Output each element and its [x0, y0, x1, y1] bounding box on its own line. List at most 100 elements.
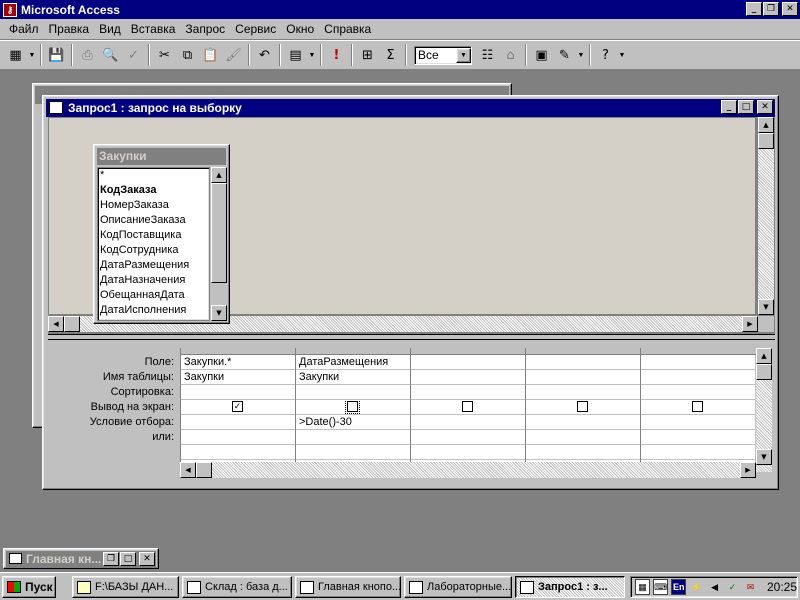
antivirus-icon[interactable]: ✓ [725, 579, 740, 595]
grid-cell-criteria[interactable] [641, 415, 756, 430]
field-list[interactable]: Закупки * КодЗаказа НомерЗаказа Описание… [93, 144, 230, 324]
show-checkbox[interactable]: ✓ [232, 401, 243, 412]
scroll-right-icon[interactable]: ▶ [742, 316, 758, 332]
save-icon[interactable]: 💾 [45, 44, 68, 66]
help-dropdown-icon[interactable]: ▼ [617, 52, 627, 59]
volume-icon[interactable]: ◀ [707, 579, 722, 595]
build-icon[interactable]: ⌂ [499, 44, 522, 66]
menu-insert[interactable]: Вставка [126, 22, 181, 36]
table-pane-vscroll-thumb[interactable] [758, 133, 774, 149]
grid-cell-field[interactable] [411, 355, 525, 370]
menu-tools[interactable]: Сервис [230, 22, 281, 36]
column-selector[interactable] [641, 348, 756, 355]
grid-cell-field[interactable] [641, 355, 756, 370]
copy-icon[interactable]: ⧉ [176, 44, 199, 66]
menu-view[interactable]: Вид [94, 22, 126, 36]
print-preview-icon[interactable]: 🔍 [99, 44, 122, 66]
field-scroll-up-icon[interactable]: ▲ [211, 167, 227, 183]
grid-cell-sort[interactable] [181, 385, 295, 400]
top-values-select[interactable]: Все ▼ [414, 45, 472, 65]
scroll-up-icon[interactable]: ▲ [758, 117, 774, 133]
minimized-window-title-bar[interactable]: Главная кн... ❐ □ ✕ [6, 551, 156, 567]
grid-scroll-left-icon[interactable]: ◀ [180, 462, 196, 478]
show-checkbox[interactable] [462, 401, 473, 412]
column-selector[interactable] [296, 348, 410, 355]
database-window-icon[interactable]: ▣ [530, 44, 553, 66]
grid-cell-table[interactable] [411, 370, 525, 385]
totals-icon[interactable]: Σ [379, 44, 402, 66]
undo-icon[interactable]: ↶ [253, 44, 276, 66]
show-checkbox[interactable] [577, 401, 588, 412]
properties-icon[interactable]: ☷ [476, 44, 499, 66]
menu-query[interactable]: Запрос [180, 22, 230, 36]
grid-hscroll[interactable] [180, 462, 756, 478]
close-button[interactable]: ✕ [782, 2, 798, 16]
show-checkbox[interactable] [345, 400, 360, 414]
grid-cell-or[interactable] [526, 430, 640, 445]
grid-cell-sort[interactable] [411, 385, 525, 400]
cut-icon[interactable]: ✂ [153, 44, 176, 66]
grid-cell-empty[interactable] [296, 445, 410, 460]
query-type-icon[interactable]: ▤ [284, 44, 307, 66]
grid-scroll-down-icon[interactable]: ▼ [756, 449, 772, 465]
mini-restore-button[interactable]: ❐ [103, 552, 119, 566]
mail-icon[interactable]: ✉ [743, 579, 758, 595]
format-painter-icon[interactable]: 🖌 [222, 44, 245, 66]
run-icon[interactable]: ! [325, 44, 348, 66]
menu-window[interactable]: Окно [281, 22, 319, 36]
grid-cell-empty[interactable] [641, 445, 756, 460]
help-icon[interactable]: ? [594, 44, 617, 66]
new-object-dropdown-icon[interactable]: ▼ [576, 52, 586, 59]
grid-hscroll-thumb[interactable] [196, 462, 212, 478]
field-scroll-thumb[interactable] [211, 183, 227, 283]
menu-file[interactable]: Файл [4, 22, 44, 36]
column-selector[interactable] [526, 348, 640, 355]
grid-cell-sort[interactable] [296, 385, 410, 400]
grid-cell-empty[interactable] [411, 445, 525, 460]
query-minimize-button[interactable]: _ [721, 100, 737, 114]
new-object-icon[interactable]: ✎ [553, 44, 576, 66]
grid-cell-or[interactable] [181, 430, 295, 445]
grid-cell-table[interactable] [641, 370, 756, 385]
field-scroll-down-icon[interactable]: ▼ [211, 305, 227, 321]
spelling-icon[interactable]: ✓ [122, 44, 145, 66]
field-item[interactable]: КодПоставщика [100, 228, 209, 243]
keyboard-icon[interactable]: ⌨ [653, 579, 669, 595]
grid-cell-table[interactable] [526, 370, 640, 385]
grid-cell-or[interactable] [411, 430, 525, 445]
language-indicator[interactable]: En [671, 579, 687, 595]
grid-cell-empty[interactable] [181, 445, 295, 460]
field-list-title[interactable]: Закупки [97, 148, 226, 165]
grid-cell-criteria[interactable] [181, 415, 295, 430]
query-type-dropdown-icon[interactable]: ▼ [307, 52, 317, 59]
view-dropdown-icon[interactable]: ▼ [27, 52, 37, 59]
start-button[interactable]: Пуск [2, 576, 56, 598]
taskbar-item-database[interactable]: Склад : база д... [182, 576, 292, 598]
grid-cell-field[interactable]: Закупки.* [181, 355, 295, 370]
show-table-icon[interactable]: ⊞ [356, 44, 379, 66]
query-window-title-bar[interactable]: Запрос1 : запрос на выборку _ □ ✕ [46, 99, 775, 117]
grid-scroll-right-icon[interactable]: ▶ [740, 462, 756, 478]
grid-cell-table[interactable]: Закупки [296, 370, 410, 385]
minimize-button[interactable]: _ [746, 2, 762, 16]
scheduler-icon[interactable]: ▦ [635, 579, 651, 595]
grid-vscroll-thumb[interactable] [756, 364, 772, 380]
grid-cell-criteria[interactable]: >Date()-30 [296, 415, 410, 430]
paste-icon[interactable]: 📋 [199, 44, 222, 66]
grid-cell-field[interactable] [526, 355, 640, 370]
field-item[interactable]: ОписаниеЗаказа [100, 213, 209, 228]
field-item[interactable]: * [100, 168, 209, 183]
field-item[interactable]: ДатаНазначения [100, 273, 209, 288]
top-values-dropdown-icon[interactable]: ▼ [456, 47, 471, 63]
field-item[interactable]: НомерЗаказа [100, 198, 209, 213]
view-icon[interactable]: ▦ [4, 44, 27, 66]
grid-cell-table[interactable]: Закупки [181, 370, 295, 385]
column-selector[interactable] [181, 348, 295, 355]
restore-button[interactable]: ❐ [763, 2, 779, 16]
taskbar-item-switchboard[interactable]: Главная кнопо... [295, 576, 401, 598]
grid-cell-sort[interactable] [526, 385, 640, 400]
menu-help[interactable]: Справка [319, 22, 376, 36]
grid-scroll-up-icon[interactable]: ▲ [756, 348, 772, 364]
taskbar-item-word[interactable]: Лабораторные... [404, 576, 512, 598]
field-item[interactable]: КодСотрудника [100, 243, 209, 258]
